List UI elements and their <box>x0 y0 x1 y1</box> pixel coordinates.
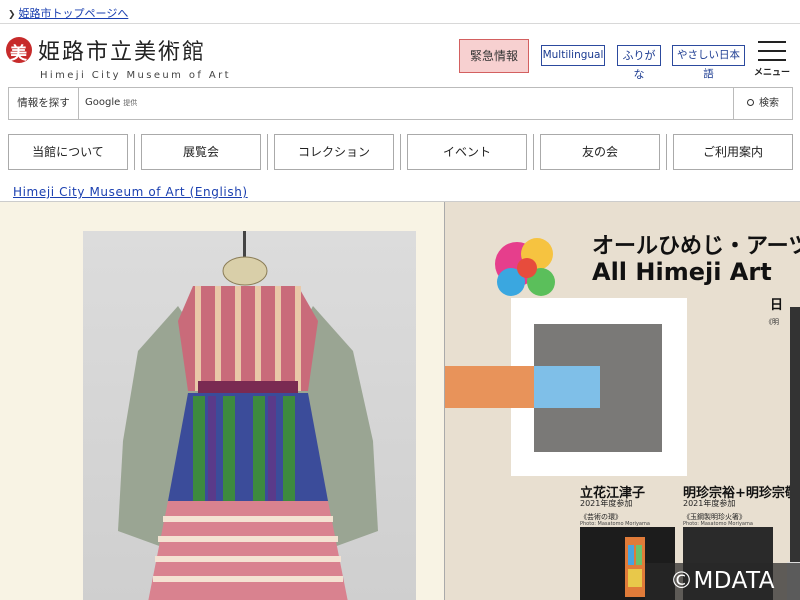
nav-divider <box>533 134 534 170</box>
chevron-right-icon: ❯ <box>8 10 16 20</box>
global-nav: 当館について 展覧会 コレクション イベント 友の会 ご利用案内 <box>8 134 793 170</box>
nav-divider <box>666 134 667 170</box>
search-input[interactable] <box>83 92 723 114</box>
menu-label: メニュー <box>754 68 791 78</box>
site-title-en: Himeji City Museum of Art <box>40 70 231 81</box>
nav-item-exhibitions[interactable]: 展覧会 <box>141 134 261 170</box>
hero-slide-costume[interactable] <box>0 202 444 600</box>
museum-logo-icon: 美 <box>6 37 32 64</box>
multilingual-button[interactable]: Multilingual <box>541 45 605 66</box>
search-label: 情報を探す <box>9 88 79 119</box>
artist-year: 2021年度参加 <box>683 499 736 508</box>
hero-slide-all-himeji-arts[interactable]: オールひめじ・アーツ All Himeji Art 日 《明 立花江津子 202… <box>445 202 800 600</box>
site-title-ja: 姫路市立美術館 <box>38 40 207 65</box>
logo-mark-text: 美 <box>10 44 27 64</box>
furigana-button[interactable]: ふりがな <box>617 45 661 81</box>
nav-item-about[interactable]: 当館について <box>8 134 128 170</box>
site-search: 情報を探す Google 提供 検索 <box>8 87 793 120</box>
emergency-info-button[interactable]: 緊急情報 <box>459 39 529 73</box>
nav-divider <box>400 134 401 170</box>
search-button[interactable]: 検索 <box>733 88 792 119</box>
breadcrumb-link-himeji-top[interactable]: ❯ 姫路市トップページへ <box>8 5 128 21</box>
top-bar: ❯ 姫路市トップページへ <box>0 0 800 24</box>
artwork-image-dark-panel <box>790 307 800 600</box>
poster-title-en: All Himeji Art <box>592 258 772 286</box>
easy-japanese-button[interactable]: やさしい日本語 <box>672 45 745 80</box>
nav-item-visitor-info[interactable]: ご利用案内 <box>673 134 793 170</box>
hero-carousel: オールひめじ・アーツ All Himeji Art 日 《明 立花江津子 202… <box>0 201 800 600</box>
search-icon <box>747 99 754 106</box>
costume-illustration <box>118 231 378 600</box>
costume-photo <box>83 231 416 600</box>
menu-button[interactable]: メニュー <box>754 38 791 78</box>
poster-title-ja: オールひめじ・アーツ <box>592 234 800 259</box>
nav-divider <box>134 134 135 170</box>
english-site-link[interactable]: Himeji City Museum of Art (English) <box>13 185 248 199</box>
copyright-watermark: ©MDATA <box>645 563 800 600</box>
nav-item-events[interactable]: イベント <box>407 134 527 170</box>
poster-side-char: 日 <box>770 298 784 313</box>
search-button-label: 検索 <box>759 98 779 109</box>
nav-item-collection[interactable]: コレクション <box>274 134 394 170</box>
poster-side-text: 《明 <box>765 318 779 326</box>
nav-divider <box>267 134 268 170</box>
nav-item-friends[interactable]: 友の会 <box>540 134 660 170</box>
breadcrumb-label: 姫路市トップページへ <box>18 7 129 20</box>
artist-year: 2021年度参加 <box>580 499 633 508</box>
